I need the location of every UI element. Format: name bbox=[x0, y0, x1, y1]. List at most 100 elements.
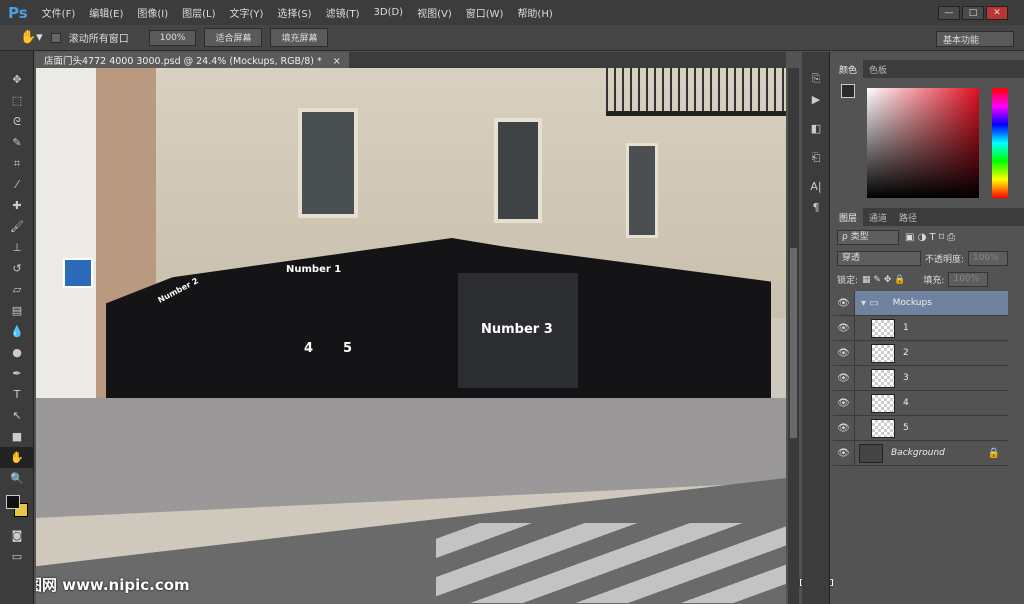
layer-name: 2 bbox=[903, 348, 909, 358]
tab-layers[interactable]: 图层 bbox=[833, 208, 864, 226]
menu-3d[interactable]: 3D(D) bbox=[374, 7, 404, 18]
scroll-thumb[interactable] bbox=[790, 248, 797, 438]
workspace-select[interactable]: 基本功能 bbox=[936, 31, 1014, 47]
visibility-eye-icon[interactable]: 👁 bbox=[833, 366, 855, 390]
quick-mask-icon[interactable]: ◙ bbox=[0, 525, 34, 546]
screen-mode-icon[interactable]: ▭ bbox=[0, 546, 34, 567]
color-field[interactable] bbox=[867, 88, 979, 198]
maximize-button[interactable]: □ bbox=[962, 5, 984, 20]
menu-layer[interactable]: 图层(L) bbox=[182, 5, 215, 20]
shape-tool-icon[interactable]: ■ bbox=[0, 426, 34, 447]
tab-color[interactable]: 颜色 bbox=[833, 60, 864, 78]
lock-label: 锁定: bbox=[837, 276, 859, 286]
layer-row[interactable]: 👁 1 bbox=[833, 316, 1008, 341]
tab-paths[interactable]: 路径 bbox=[893, 208, 923, 226]
balcony bbox=[606, 68, 786, 116]
filter-icons[interactable]: ▣ ◑ T ⌑ ⎙ bbox=[905, 232, 955, 243]
window bbox=[494, 118, 542, 223]
menu-image[interactable]: 图像(I) bbox=[137, 5, 168, 20]
document-tab[interactable]: 店面门头4772 4000 3000.psd @ 24.4% (Mockups,… bbox=[36, 52, 349, 68]
scroll-all-checkbox[interactable] bbox=[50, 32, 61, 43]
marquee-tool-icon[interactable]: ⬚ bbox=[0, 90, 34, 111]
pen-tool-icon[interactable]: ✒ bbox=[0, 363, 34, 384]
menu-bar: Ps 文件(F) 编辑(E) 图像(I) 图层(L) 文字(Y) 选择(S) 滤… bbox=[0, 0, 1024, 25]
healing-tool-icon[interactable]: ✚ bbox=[0, 195, 34, 216]
layer-row[interactable]: 👁 5 bbox=[833, 416, 1008, 441]
scroll-all-label: 滚动所有窗口 bbox=[68, 34, 129, 45]
layer-row[interactable]: 👁 3 bbox=[833, 366, 1008, 391]
paragraph-icon[interactable]: ¶ bbox=[802, 197, 830, 218]
character-icon[interactable]: A| bbox=[802, 176, 830, 197]
eraser-tool-icon[interactable]: ▱ bbox=[0, 279, 34, 300]
history-icon[interactable]: ⎘ bbox=[802, 68, 830, 89]
eyedropper-tool-icon[interactable]: ⁄ bbox=[0, 174, 34, 195]
layer-thumbnail bbox=[871, 368, 895, 388]
visibility-eye-icon[interactable]: 👁 bbox=[833, 316, 855, 340]
menu-window[interactable]: 窗口(W) bbox=[466, 5, 504, 20]
tab-swatches[interactable]: 色板 bbox=[863, 60, 893, 78]
brush-tool-icon[interactable]: 🖌 bbox=[0, 216, 34, 237]
hue-slider[interactable] bbox=[992, 88, 1008, 198]
dodge-tool-icon[interactable]: ● bbox=[0, 342, 34, 363]
menu-select[interactable]: 选择(S) bbox=[277, 5, 311, 20]
window bbox=[626, 143, 658, 238]
visibility-eye-icon[interactable]: 👁 bbox=[833, 391, 855, 415]
zoom-100-button[interactable]: 100% bbox=[148, 29, 197, 46]
layer-name: 3 bbox=[903, 373, 909, 383]
layer-row[interactable]: 👁 2 bbox=[833, 341, 1008, 366]
menu-edit[interactable]: 编辑(E) bbox=[89, 5, 123, 20]
document-canvas[interactable]: Number 1 Number 2 Number 3 4 5 昵图网 www.n… bbox=[36, 68, 786, 604]
layer-background[interactable]: 👁 Background 🔒 bbox=[833, 441, 1008, 466]
tab-channels[interactable]: 通道 bbox=[863, 208, 893, 226]
layer-name: Mockups bbox=[892, 298, 932, 308]
menu-type[interactable]: 文字(Y) bbox=[230, 5, 264, 20]
window bbox=[298, 108, 358, 218]
fill-label: 填充: bbox=[923, 276, 945, 286]
quick-select-tool-icon[interactable]: ✎ bbox=[0, 132, 34, 153]
minimize-button[interactable]: — bbox=[938, 5, 960, 20]
lasso-tool-icon[interactable]: ᘓ bbox=[0, 111, 34, 132]
crop-tool-icon[interactable]: ⌗ bbox=[0, 153, 34, 174]
close-tab-icon[interactable]: × bbox=[333, 56, 341, 67]
visibility-eye-icon[interactable]: 👁 bbox=[833, 291, 855, 315]
blur-tool-icon[interactable]: 💧 bbox=[0, 321, 34, 342]
vertical-scrollbar[interactable] bbox=[788, 68, 799, 604]
gradient-tool-icon[interactable]: ▤ bbox=[0, 300, 34, 321]
color-swatches[interactable] bbox=[0, 489, 33, 525]
clone-source-icon[interactable]: ⎗ bbox=[802, 147, 830, 168]
collapsed-panels-strip: ⎘ ▶ ◧ ⎗ A| ¶ bbox=[802, 52, 830, 604]
adjust-icon[interactable]: ◧ bbox=[802, 118, 830, 139]
menu-view[interactable]: 视图(V) bbox=[417, 5, 452, 20]
menu-file[interactable]: 文件(F) bbox=[42, 5, 76, 20]
menu-filter[interactable]: 滤镜(T) bbox=[326, 5, 360, 20]
fill-screen-button[interactable]: 填充屏幕 bbox=[270, 28, 329, 47]
layer-thumbnail bbox=[871, 318, 895, 338]
visibility-eye-icon[interactable]: 👁 bbox=[833, 341, 855, 365]
layer-name: Background bbox=[891, 448, 945, 458]
opacity-input[interactable]: 100% bbox=[968, 251, 1009, 266]
visibility-eye-icon[interactable]: 👁 bbox=[833, 441, 855, 465]
foreground-color[interactable] bbox=[841, 84, 855, 98]
fit-screen-button[interactable]: 适合屏幕 bbox=[204, 28, 263, 47]
move-tool-icon[interactable]: ✥ bbox=[0, 69, 34, 90]
type-tool-icon[interactable]: T bbox=[0, 384, 34, 405]
fill-input[interactable]: 100% bbox=[948, 272, 989, 287]
layer-group-mockups[interactable]: 👁 ▾ ▭ Mockups bbox=[833, 291, 1008, 316]
history-brush-icon[interactable]: ↺ bbox=[0, 258, 34, 279]
stamp-tool-icon[interactable]: ⊥ bbox=[0, 237, 34, 258]
layer-filter-select[interactable]: ρ 类型 bbox=[837, 230, 899, 245]
zoom-tool-icon[interactable]: 🔍 bbox=[0, 468, 34, 489]
lock-icons[interactable]: ▦ ✎ ✥ 🔒 bbox=[862, 275, 905, 285]
hand-tool-icon[interactable]: ✋▾ bbox=[20, 30, 43, 45]
path-select-tool-icon[interactable]: ↖ bbox=[0, 405, 34, 426]
layer-thumbnail bbox=[871, 418, 895, 438]
actions-play-icon[interactable]: ▶ bbox=[802, 89, 830, 110]
document-tab-bar: 店面门头4772 4000 3000.psd @ 24.4% (Mockups,… bbox=[36, 52, 786, 68]
hand-tool-icon[interactable]: ✋ bbox=[0, 447, 34, 468]
layers-list: 👁 ▾ ▭ Mockups 👁 1 👁 2 👁 3 👁 4 👁 5 👁 Background 🔒 bbox=[833, 291, 1008, 466]
visibility-eye-icon[interactable]: 👁 bbox=[833, 416, 855, 440]
layer-row[interactable]: 👁 4 bbox=[833, 391, 1008, 416]
blend-mode-select[interactable]: 穿透 bbox=[837, 251, 921, 266]
menu-help[interactable]: 帮助(H) bbox=[517, 5, 552, 20]
close-button[interactable]: ✕ bbox=[986, 5, 1008, 20]
